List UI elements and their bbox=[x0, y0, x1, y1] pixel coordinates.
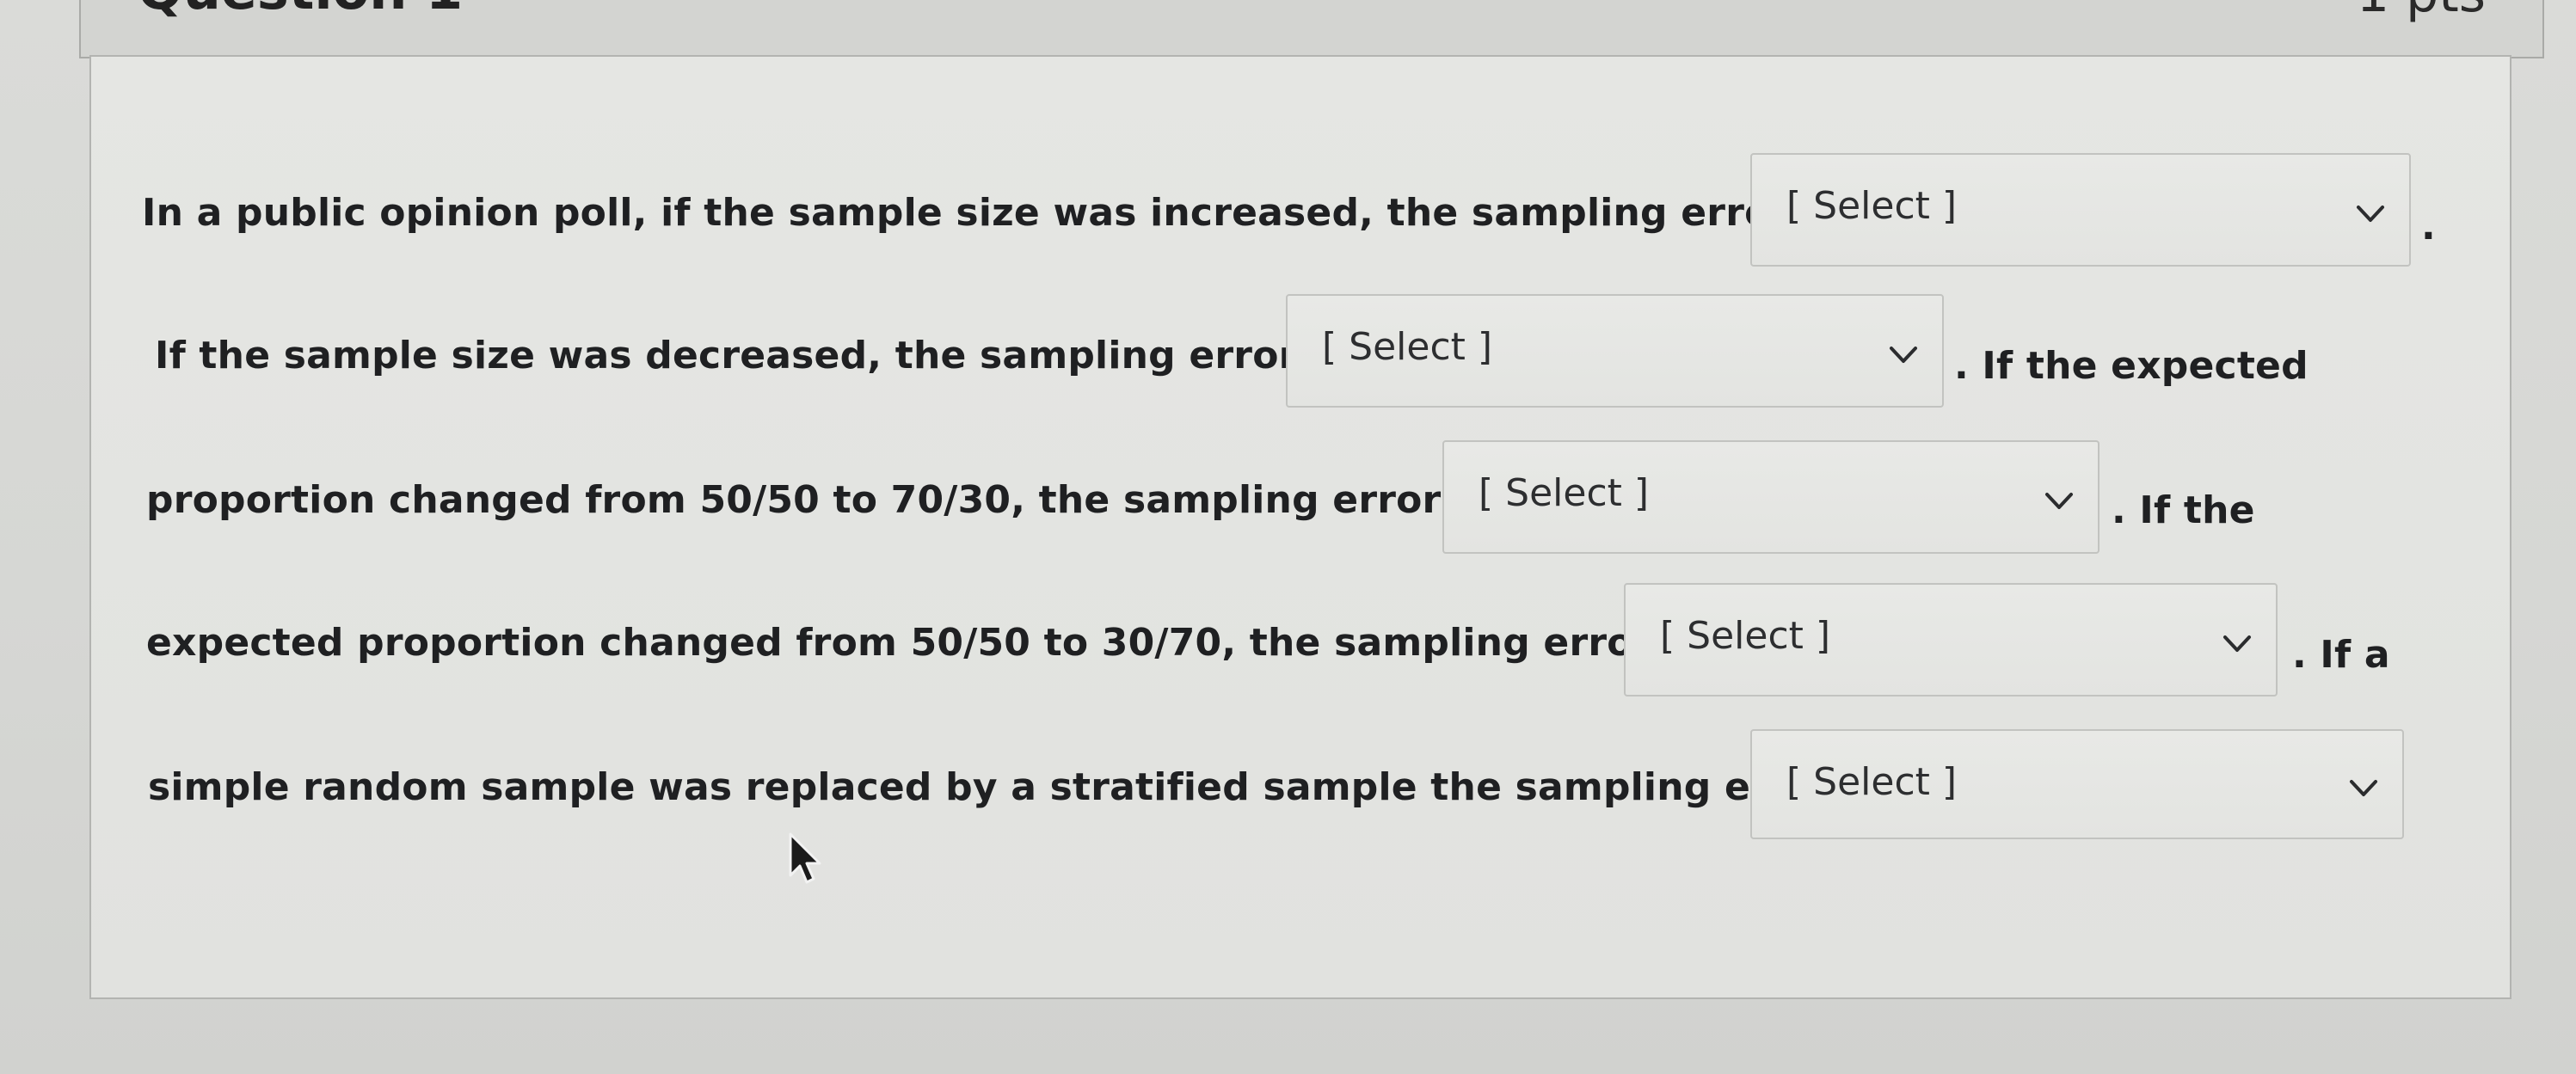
chevron-down-icon bbox=[2045, 493, 2073, 509]
mouse-pointer-icon bbox=[789, 832, 821, 884]
question-text-line-1: In a public opinion poll, if the sample … bbox=[142, 191, 1932, 235]
dropdown-1-value: [ Select ] bbox=[1786, 184, 1958, 228]
dropdown-4[interactable]: [ Select ] bbox=[1624, 583, 2278, 697]
dropdown-5[interactable]: [ Select ] bbox=[1750, 729, 2404, 839]
dropdown-3-value: [ Select ] bbox=[1479, 471, 1650, 515]
question-title: Question 1 bbox=[138, 0, 463, 21]
question-text-line-2: If the sample size was decreased, the sa… bbox=[155, 334, 1440, 377]
question-points: 1 pts bbox=[2357, 0, 2486, 24]
dropdown-5-value: [ Select ] bbox=[1786, 760, 1958, 804]
chevron-down-icon bbox=[2223, 635, 2251, 652]
dropdown-2[interactable]: [ Select ] bbox=[1286, 294, 1944, 408]
dropdown-1[interactable]: [ Select ] bbox=[1750, 153, 2411, 267]
chevron-down-icon bbox=[1890, 347, 1917, 363]
chevron-down-icon bbox=[2350, 780, 2377, 796]
question-text-line-3-end: . If the bbox=[2112, 488, 2255, 532]
question-text-line-2-end: . If the expected bbox=[1954, 344, 2309, 388]
dropdown-4-value: [ Select ] bbox=[1660, 614, 1831, 658]
question-text-line-5: simple random sample was replaced by a s… bbox=[148, 765, 1976, 809]
dropdown-2-value: [ Select ] bbox=[1322, 325, 1493, 369]
chevron-down-icon bbox=[2357, 206, 2384, 222]
question-text-line-4: expected proportion changed from 50/50 t… bbox=[146, 621, 1794, 665]
question-text-line-1-end: . bbox=[2421, 205, 2436, 249]
question-text-line-3: proportion changed from 50/50 to 70/30, … bbox=[146, 478, 1583, 522]
question-text-line-4-end: . If a bbox=[2292, 633, 2390, 677]
dropdown-3[interactable]: [ Select ] bbox=[1442, 440, 2100, 554]
